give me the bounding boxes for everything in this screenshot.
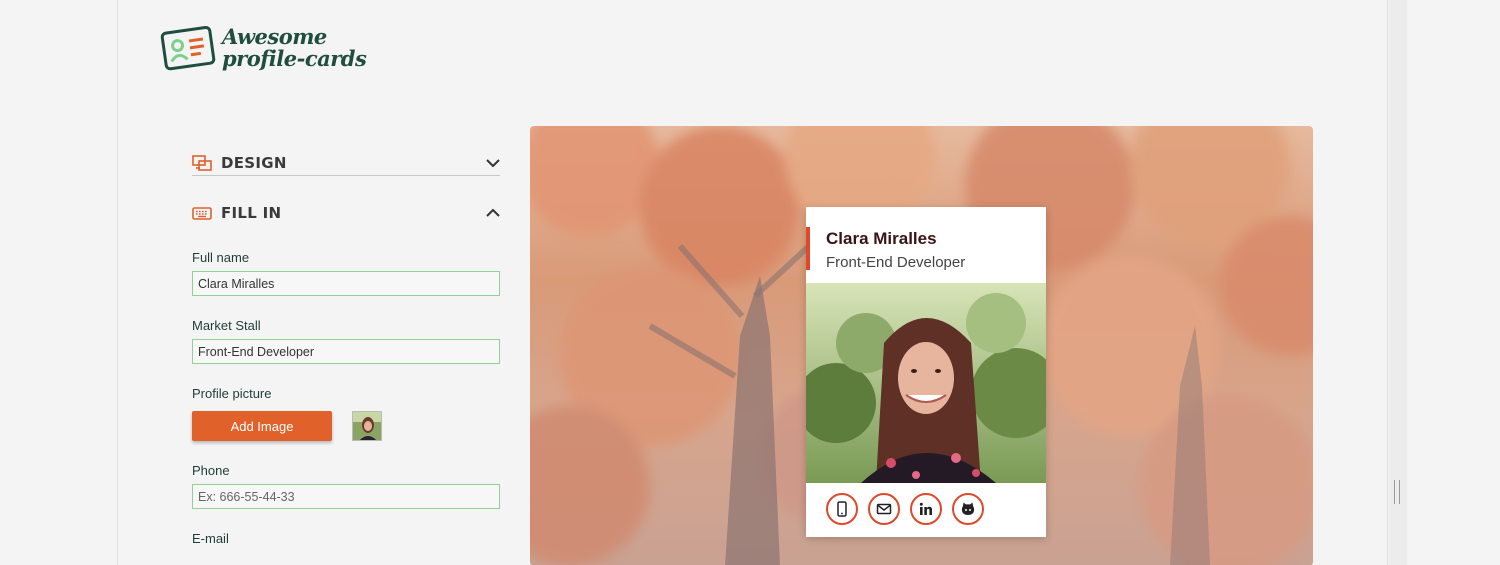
social-links xyxy=(826,493,984,525)
chevron-down-icon[interactable] xyxy=(486,158,500,168)
fill-section-toggle[interactable]: FILL IN xyxy=(192,200,500,226)
design-icon xyxy=(192,154,212,171)
profile-photo xyxy=(806,283,1046,483)
full-name-input[interactable] xyxy=(192,271,500,296)
mobile-icon xyxy=(837,501,847,517)
full-name-label: Full name xyxy=(192,250,250,265)
phone-label: Phone xyxy=(192,463,230,478)
profile-picture-row: Add Image xyxy=(192,411,500,441)
resize-handle[interactable] xyxy=(1394,480,1400,504)
card-name: Clara Miralles xyxy=(826,229,937,248)
profile-card-icon xyxy=(160,25,216,71)
phone-link[interactable] xyxy=(826,493,858,525)
job-label: Market Stall xyxy=(192,318,261,333)
github-link[interactable] xyxy=(952,493,984,525)
keyboard-icon xyxy=(192,207,212,220)
profile-picture-label: Profile picture xyxy=(192,386,272,401)
job-input[interactable] xyxy=(192,339,500,364)
github-icon xyxy=(961,502,975,515)
logo-text-line1: Awesome xyxy=(222,24,327,49)
form-panel: DESIGN FILL IN Full name Market Stall Pr… xyxy=(192,150,500,546)
email-label: E-mail xyxy=(192,531,229,546)
email-icon xyxy=(876,503,892,515)
design-section-toggle[interactable]: DESIGN xyxy=(192,150,500,176)
logo-text: Awesome profile-cards xyxy=(222,24,367,71)
logo-text-line2: profile-cards xyxy=(222,46,367,71)
profile-thumbnail-image xyxy=(353,412,381,440)
card-photo xyxy=(806,283,1046,483)
fill-section-label: FILL IN xyxy=(221,204,282,222)
phone-input[interactable] xyxy=(192,484,500,509)
chevron-up-icon[interactable] xyxy=(486,208,500,218)
card-job: Front-End Developer xyxy=(826,254,966,271)
linkedin-link[interactable] xyxy=(910,493,942,525)
linkedin-icon xyxy=(919,502,932,515)
design-section-label: DESIGN xyxy=(221,153,287,172)
add-image-button[interactable]: Add Image xyxy=(192,411,332,441)
card-accent-bar xyxy=(806,227,810,270)
email-link[interactable] xyxy=(868,493,900,525)
card-header: Clara Miralles Front-End Developer xyxy=(806,227,1046,271)
profile-thumbnail xyxy=(352,411,382,441)
profile-card: Clara Miralles Front-End Developer xyxy=(806,207,1046,537)
app-logo[interactable]: Awesome profile-cards xyxy=(160,24,367,72)
